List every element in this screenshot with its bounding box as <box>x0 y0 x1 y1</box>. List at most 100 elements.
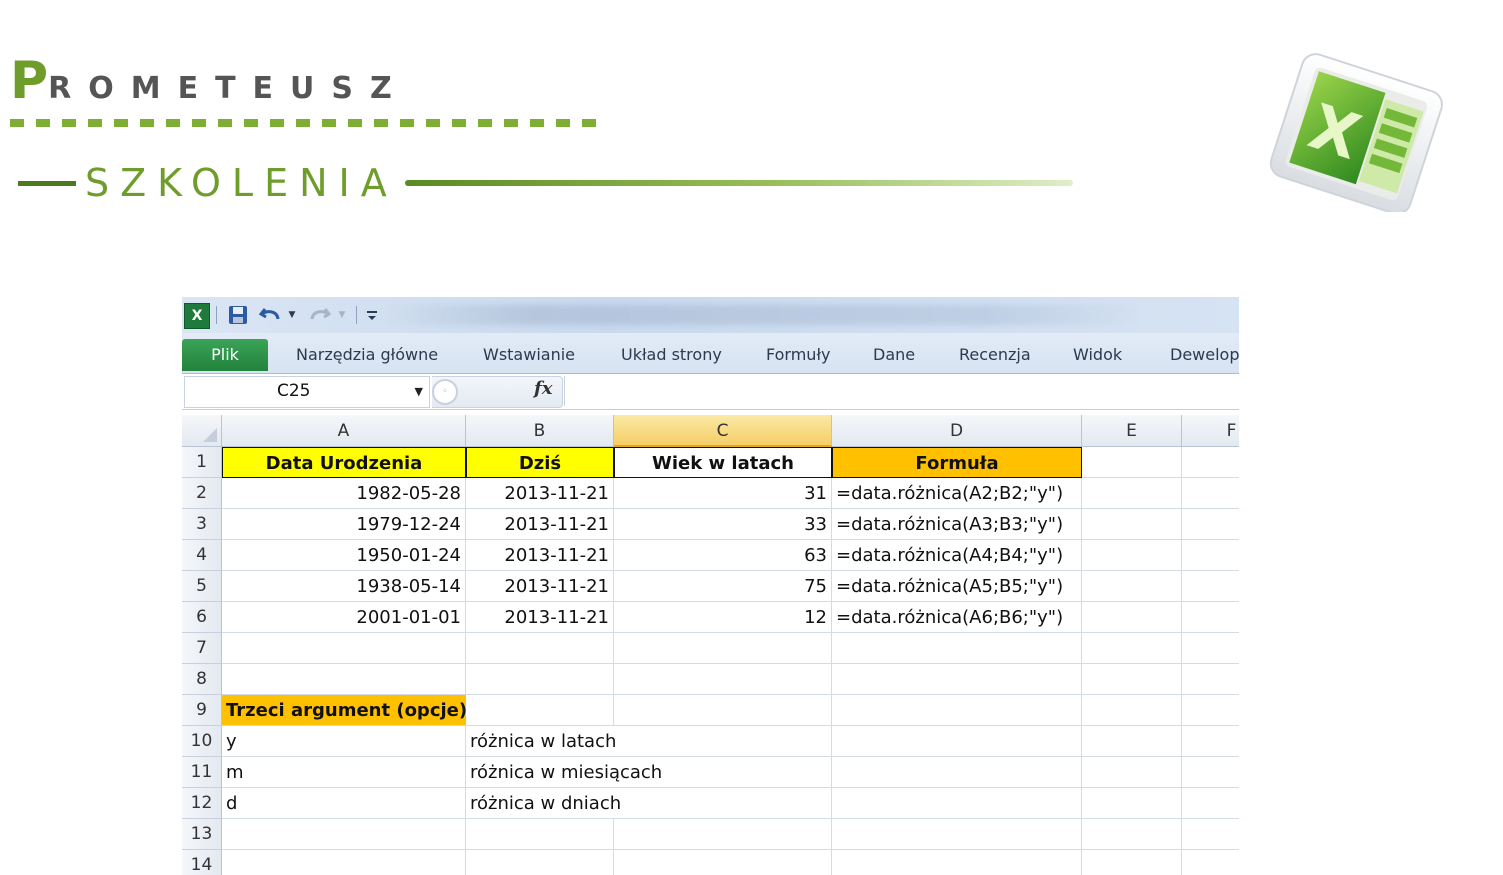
cell-f5[interactable] <box>1182 571 1239 602</box>
cell-d13[interactable] <box>832 819 1082 850</box>
cell-e2[interactable] <box>1082 478 1182 509</box>
cell-f7[interactable] <box>1182 633 1239 664</box>
cell-f2[interactable] <box>1182 478 1239 509</box>
tab-page-layout[interactable]: Układ strony <box>621 339 722 371</box>
cell-c3[interactable]: 33 <box>614 509 832 540</box>
row-header[interactable]: 5 <box>182 571 222 602</box>
cell-d5[interactable]: =data.różnica(A5;B5;"y") <box>832 571 1082 602</box>
cell-d2[interactable]: =data.różnica(A2;B2;"y") <box>832 478 1082 509</box>
cell-f8[interactable] <box>1182 664 1239 695</box>
undo-dropdown-icon[interactable]: ▼ <box>286 303 298 327</box>
cell-e5[interactable] <box>1082 571 1182 602</box>
cell-a2[interactable]: 1982-05-28 <box>222 478 466 509</box>
tab-review[interactable]: Recenzja <box>959 339 1031 371</box>
insert-function-icon[interactable]: fx <box>534 378 552 399</box>
cell-c2[interactable]: 31 <box>614 478 832 509</box>
column-header-e[interactable]: E <box>1082 415 1182 447</box>
cell-d8[interactable] <box>832 664 1082 695</box>
cell-e10[interactable] <box>1082 726 1182 757</box>
cell-a12[interactable]: d <box>222 788 466 819</box>
row-header[interactable]: 8 <box>182 664 222 695</box>
select-all-corner[interactable] <box>182 415 222 447</box>
cell-b13[interactable] <box>466 819 614 850</box>
cell-a5[interactable]: 1938-05-14 <box>222 571 466 602</box>
cell-c7[interactable] <box>614 633 832 664</box>
cell-e11[interactable] <box>1082 757 1182 788</box>
cell-a1[interactable]: Data Urodzenia <box>222 447 466 478</box>
tab-insert[interactable]: Wstawianie <box>483 339 575 371</box>
cell-c9[interactable] <box>614 695 832 726</box>
cell-d12[interactable] <box>832 788 1082 819</box>
redo-dropdown-icon[interactable]: ▼ <box>336 303 348 327</box>
cell-f1[interactable] <box>1182 447 1239 478</box>
cell-d4[interactable]: =data.różnica(A4;B4;"y") <box>832 540 1082 571</box>
cell-b8[interactable] <box>466 664 614 695</box>
cell-b5[interactable]: 2013-11-21 <box>466 571 614 602</box>
cell-b6[interactable]: 2013-11-21 <box>466 602 614 633</box>
excel-icon[interactable]: X <box>184 303 210 329</box>
tab-file[interactable]: Plik <box>182 339 268 371</box>
cell-a6[interactable]: 2001-01-01 <box>222 602 466 633</box>
cell-c5[interactable]: 75 <box>614 571 832 602</box>
column-header-d[interactable]: D <box>832 415 1082 447</box>
cell-d3[interactable]: =data.różnica(A3;B3;"y") <box>832 509 1082 540</box>
cell-c13[interactable] <box>614 819 832 850</box>
cell-a7[interactable] <box>222 633 466 664</box>
cell-e8[interactable] <box>1082 664 1182 695</box>
cell-a3[interactable]: 1979-12-24 <box>222 509 466 540</box>
tab-home[interactable]: Narzędzia główne <box>296 339 438 371</box>
cell-e1[interactable] <box>1082 447 1182 478</box>
tab-view[interactable]: Widok <box>1073 339 1122 371</box>
redo-icon[interactable] <box>308 303 332 327</box>
cell-d1[interactable]: Formuła <box>832 447 1082 478</box>
cell-b14[interactable] <box>466 850 614 875</box>
name-box[interactable]: C25 ▼ <box>184 376 430 408</box>
row-header[interactable]: 12 <box>182 788 222 819</box>
cell-f9[interactable] <box>1182 695 1239 726</box>
tab-data[interactable]: Dane <box>873 339 915 371</box>
cell-e13[interactable] <box>1082 819 1182 850</box>
cell-a8[interactable] <box>222 664 466 695</box>
cell-c4[interactable]: 63 <box>614 540 832 571</box>
cell-b12[interactable]: różnica w dniach <box>466 788 621 819</box>
cell-a11[interactable]: m <box>222 757 466 788</box>
formula-input[interactable] <box>564 376 1239 406</box>
cell-f4[interactable] <box>1182 540 1239 571</box>
column-header-b[interactable]: B <box>466 415 614 447</box>
cell-a4[interactable]: 1950-01-24 <box>222 540 466 571</box>
cell-c12[interactable] <box>614 788 832 819</box>
cell-c14[interactable] <box>614 850 832 875</box>
cell-b4[interactable]: 2013-11-21 <box>466 540 614 571</box>
cell-d14[interactable] <box>832 850 1082 875</box>
expand-handle-icon[interactable]: ◦ <box>432 379 458 405</box>
row-header[interactable]: 6 <box>182 602 222 633</box>
row-header[interactable]: 2 <box>182 478 222 509</box>
row-header[interactable]: 14 <box>182 850 222 875</box>
cell-b9[interactable] <box>466 695 614 726</box>
cell-c6[interactable]: 12 <box>614 602 832 633</box>
cell-a9[interactable]: Trzeci argument (opcje) <box>222 695 467 726</box>
cell-d9[interactable] <box>832 695 1082 726</box>
row-header[interactable]: 10 <box>182 726 222 757</box>
cell-e9[interactable] <box>1082 695 1182 726</box>
row-header[interactable]: 7 <box>182 633 222 664</box>
row-header[interactable]: 1 <box>182 447 222 478</box>
row-header[interactable]: 13 <box>182 819 222 850</box>
cell-a14[interactable] <box>222 850 466 875</box>
save-icon[interactable] <box>226 303 250 327</box>
cell-c8[interactable] <box>614 664 832 695</box>
column-header-c[interactable]: C <box>614 415 832 447</box>
row-header[interactable]: 4 <box>182 540 222 571</box>
cell-a13[interactable] <box>222 819 466 850</box>
cell-f10[interactable] <box>1182 726 1239 757</box>
cell-b3[interactable]: 2013-11-21 <box>466 509 614 540</box>
cell-d7[interactable] <box>832 633 1082 664</box>
cell-f11[interactable] <box>1182 757 1239 788</box>
cell-f13[interactable] <box>1182 819 1239 850</box>
undo-icon[interactable] <box>258 303 282 327</box>
chevron-down-icon[interactable]: ▼ <box>415 385 423 398</box>
cell-e12[interactable] <box>1082 788 1182 819</box>
cell-c10[interactable] <box>614 726 832 757</box>
customize-qat-icon[interactable] <box>364 303 380 327</box>
cell-b1[interactable]: Dziś <box>466 447 614 478</box>
